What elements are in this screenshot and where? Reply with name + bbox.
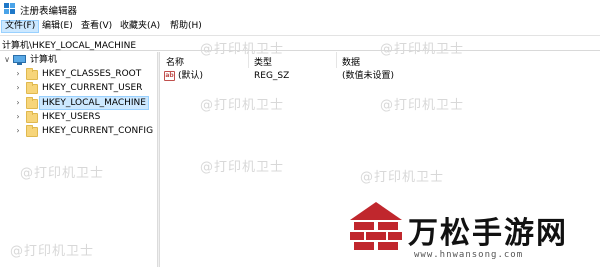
menu-file[interactable]: 文件(F)	[1, 20, 40, 33]
chevron-right-icon[interactable]: ›	[14, 126, 22, 136]
tree-item-label[interactable]: HKEY_CLASSES_ROOT	[40, 67, 143, 81]
watermark-text: @打印机卫士	[10, 244, 95, 259]
window-title: 注册表编辑器	[20, 6, 78, 17]
brand-logo-icon	[350, 202, 402, 250]
watermark-text: @打印机卫士	[200, 160, 285, 175]
watermark-text: @打印机卫士	[380, 42, 465, 57]
column-header-name[interactable]: 名称	[166, 55, 184, 68]
folder-icon	[26, 97, 38, 109]
chevron-right-icon[interactable]: ›	[14, 98, 22, 108]
value-name[interactable]: (默认)	[178, 70, 203, 83]
tree-root-label[interactable]: 计算机	[28, 53, 59, 67]
registry-editor-icon	[4, 3, 15, 14]
tree-item-hkey-local-machine[interactable]: › HKEY_LOCAL_MACHINE	[0, 96, 157, 110]
watermark-text: @打印机卫士	[200, 98, 285, 113]
tree-pane[interactable]: ∨ 计算机 › HKEY_CLASSES_ROOT › HKEY_CURRENT…	[0, 52, 157, 267]
chevron-right-icon[interactable]: ›	[14, 69, 22, 79]
chevron-down-icon[interactable]: ∨	[3, 55, 11, 65]
column-divider[interactable]	[336, 52, 337, 68]
folder-icon	[26, 68, 38, 80]
watermark-text: @打印机卫士	[360, 170, 445, 185]
value-type[interactable]: REG_SZ	[254, 70, 289, 83]
menu-favorites[interactable]: 收藏夹(A)	[117, 20, 163, 33]
watermark-text: @打印机卫士	[380, 98, 465, 113]
watermark-text: @打印机卫士	[200, 42, 285, 57]
address-path[interactable]: 计算机\HKEY_LOCAL_MACHINE	[2, 38, 136, 51]
brand-name: 万松手游网	[408, 216, 568, 251]
tree-item-hkey-current-config[interactable]: › HKEY_CURRENT_CONFIG	[0, 124, 157, 138]
brand-url: www.hnwansong.com	[414, 250, 524, 260]
tree-item-hkey-classes-root[interactable]: › HKEY_CLASSES_ROOT	[0, 67, 157, 81]
folder-icon	[26, 111, 38, 123]
tree-item-hkey-users[interactable]: › HKEY_USERS	[0, 110, 157, 124]
tree-item-label[interactable]: HKEY_CURRENT_CONFIG	[40, 124, 155, 138]
value-data[interactable]: (数值未设置)	[342, 70, 394, 83]
tree-root[interactable]: ∨ 计算机	[0, 53, 157, 67]
tree-item-label[interactable]: HKEY_LOCAL_MACHINE	[39, 96, 149, 110]
computer-icon	[13, 55, 26, 65]
column-header-data[interactable]: 数据	[342, 55, 360, 68]
title-bar: 注册表编辑器	[0, 0, 600, 18]
menu-help[interactable]: 帮助(H)	[167, 20, 205, 33]
chevron-right-icon[interactable]: ›	[14, 112, 22, 122]
tree-item-label[interactable]: HKEY_USERS	[40, 110, 102, 124]
folder-icon	[26, 125, 38, 137]
tree-item-hkey-current-user[interactable]: › HKEY_CURRENT_USER	[0, 81, 157, 95]
address-bar[interactable]: 计算机\HKEY_LOCAL_MACHINE	[0, 35, 600, 51]
tree-item-label[interactable]: HKEY_CURRENT_USER	[40, 81, 144, 95]
chevron-right-icon[interactable]: ›	[14, 83, 22, 93]
watermark-text: @打印机卫士	[20, 166, 105, 181]
folder-icon	[26, 82, 38, 94]
menu-view[interactable]: 查看(V)	[78, 20, 115, 33]
site-brand: 万松手游网 www.hnwansong.com	[348, 200, 598, 267]
menu-edit[interactable]: 编辑(E)	[39, 20, 76, 33]
menu-bar: 文件(F) 编辑(E) 查看(V) 收藏夹(A) 帮助(H)	[0, 18, 600, 35]
string-value-icon: ab	[164, 71, 175, 81]
